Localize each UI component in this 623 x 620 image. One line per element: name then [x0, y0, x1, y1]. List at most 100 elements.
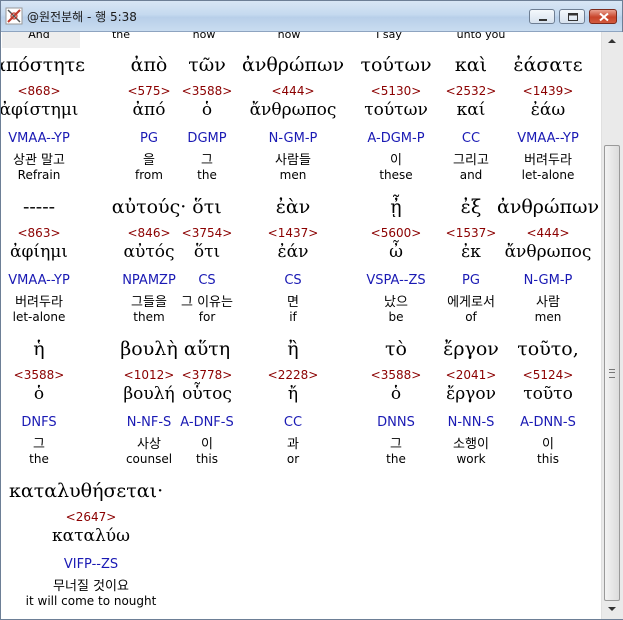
scroll-down-icon[interactable] — [604, 602, 620, 616]
korean-gloss: 버려두라 — [524, 153, 572, 168]
strong-number[interactable]: <3588> — [371, 368, 422, 382]
strong-number[interactable]: <444> — [271, 84, 314, 98]
strong-number[interactable]: <846> — [127, 226, 170, 240]
greek-word[interactable]: τούτων — [360, 54, 431, 76]
korean-gloss: 이 — [390, 153, 402, 168]
english-gloss: Refrain — [17, 168, 61, 182]
korean-gloss: 과 — [287, 437, 299, 452]
strong-number[interactable]: <5130> — [371, 84, 422, 98]
greek-word[interactable]: ᾖ — [390, 196, 401, 218]
window-title: @원전분해 - 행 5:38 — [27, 10, 137, 24]
lemma: ὁ — [33, 384, 45, 404]
strong-number[interactable]: <5124> — [523, 368, 574, 382]
lemma: καί — [456, 100, 486, 120]
greek-word[interactable]: ----- — [23, 196, 55, 218]
strong-number[interactable]: <2041> — [446, 368, 497, 382]
greek-word[interactable]: καταλυθήσεται· — [9, 480, 163, 502]
minimize-icon — [539, 19, 547, 21]
english-gloss: work — [456, 452, 486, 466]
lemma: ὅτι — [193, 242, 221, 262]
greek-word[interactable]: ἐάσατε — [513, 54, 582, 76]
greek-word[interactable]: ἀπὸ — [131, 54, 168, 76]
close-icon — [599, 12, 609, 22]
korean-gloss: 을 — [143, 153, 155, 168]
strong-number[interactable]: <3778> — [182, 368, 233, 382]
korean-gloss: 그 — [201, 153, 213, 168]
title-bar[interactable]: @원전분해 - 행 5:38 — [1, 1, 622, 32]
app-icon — [5, 7, 23, 25]
parsing-code: VMAA--YP — [517, 131, 579, 146]
app-window: @원전분해 - 행 5:38 And the now now I say unto you… — [0, 0, 623, 620]
greek-word[interactable]: ἐὰν — [276, 196, 311, 218]
strong-number[interactable]: <863> — [17, 226, 60, 240]
greek-word[interactable]: ἐξ — [461, 196, 482, 218]
lemma: ὁ — [201, 100, 213, 120]
strong-number[interactable]: <444> — [526, 226, 569, 240]
lemma: ὦ — [389, 242, 403, 262]
greek-word[interactable]: ἀνθρώπων — [497, 196, 599, 218]
greek-word[interactable]: καὶ — [455, 54, 487, 76]
scroll-up-icon[interactable] — [604, 34, 620, 48]
greek-word[interactable]: ἔργον — [443, 338, 499, 360]
strong-number[interactable]: <1439> — [523, 84, 574, 98]
lemma: ἄνθρωπος — [249, 100, 337, 120]
english-gloss: men — [534, 310, 562, 324]
parsing-code: DNFS — [21, 415, 57, 430]
vertical-scrollbar[interactable] — [601, 32, 623, 619]
parsing-code: DGMP — [187, 131, 227, 146]
strong-number[interactable]: <3588> — [182, 84, 233, 98]
korean-gloss: 에게로서 — [447, 295, 495, 310]
greek-word[interactable]: ἡ — [33, 338, 44, 360]
strong-number[interactable]: <3588> — [14, 368, 65, 382]
strong-number[interactable]: <1437> — [268, 226, 319, 240]
english-gloss: the — [386, 452, 406, 466]
korean-gloss: 상관 말고 — [13, 153, 65, 168]
korean-gloss: 났으 — [384, 295, 408, 310]
parsing-code: VMAA--YP — [8, 131, 70, 146]
strong-number[interactable]: <2532> — [446, 84, 497, 98]
greek-word[interactable]: ἀνθρώπων — [242, 54, 344, 76]
parsing-code: A-DNN-S — [520, 415, 576, 430]
close-button[interactable] — [589, 9, 617, 24]
greek-word[interactable]: βουλὴ — [120, 338, 177, 360]
greek-word[interactable]: τοῦτο, — [517, 338, 579, 360]
strong-number[interactable]: <3754> — [182, 226, 233, 240]
scroll-thumb[interactable] — [604, 145, 620, 601]
top-row-gloss: And — [28, 32, 50, 41]
lemma: ἐκ — [461, 242, 481, 262]
lemma: ἔργον — [446, 384, 496, 404]
top-row-gloss: now — [277, 32, 301, 41]
parsing-code: CC — [461, 131, 481, 146]
parsing-code: A-DGM-P — [367, 131, 425, 146]
lemma: καταλύω — [52, 526, 130, 546]
english-gloss: for — [198, 310, 216, 324]
greek-word[interactable]: τὸ — [385, 338, 407, 360]
english-gloss: be — [388, 310, 404, 324]
greek-word[interactable]: αὐτούς· — [112, 196, 187, 218]
strong-number[interactable]: <1012> — [124, 368, 175, 382]
maximize-button[interactable] — [559, 9, 585, 24]
greek-word[interactable]: τῶν — [188, 54, 226, 76]
analysis-view: And the now now I say unto you ἀπόστητε ἀπὸ τῶν ἀ… — [1, 32, 601, 619]
parsing-code: CS — [284, 273, 302, 288]
parsing-code: PG — [140, 131, 158, 146]
minimize-button[interactable] — [529, 9, 555, 24]
strong-number[interactable]: <868> — [17, 84, 60, 98]
greek-word[interactable]: ἢ — [287, 338, 298, 360]
lemma: ἀφίημι — [10, 242, 68, 262]
strong-number[interactable]: <5600> — [371, 226, 422, 240]
lemma: βουλή — [123, 384, 175, 404]
lemma: τοῦτο — [523, 384, 573, 404]
english-gloss: of — [465, 310, 477, 324]
parsing-code: CC — [283, 415, 303, 430]
greek-word[interactable]: ὅτι — [192, 196, 221, 218]
top-row-gloss: unto you — [456, 32, 506, 41]
korean-gloss: 사람들 — [275, 153, 311, 168]
strong-number[interactable]: <575> — [127, 84, 170, 98]
greek-word[interactable]: αὕτη — [184, 338, 230, 360]
strong-number[interactable]: <1537> — [446, 226, 497, 240]
greek-word[interactable]: ἀπόστητε — [1, 54, 85, 76]
strong-number[interactable]: <2228> — [268, 368, 319, 382]
korean-gloss: 버려두라 — [15, 295, 63, 310]
strong-number[interactable]: <2647> — [66, 510, 117, 524]
